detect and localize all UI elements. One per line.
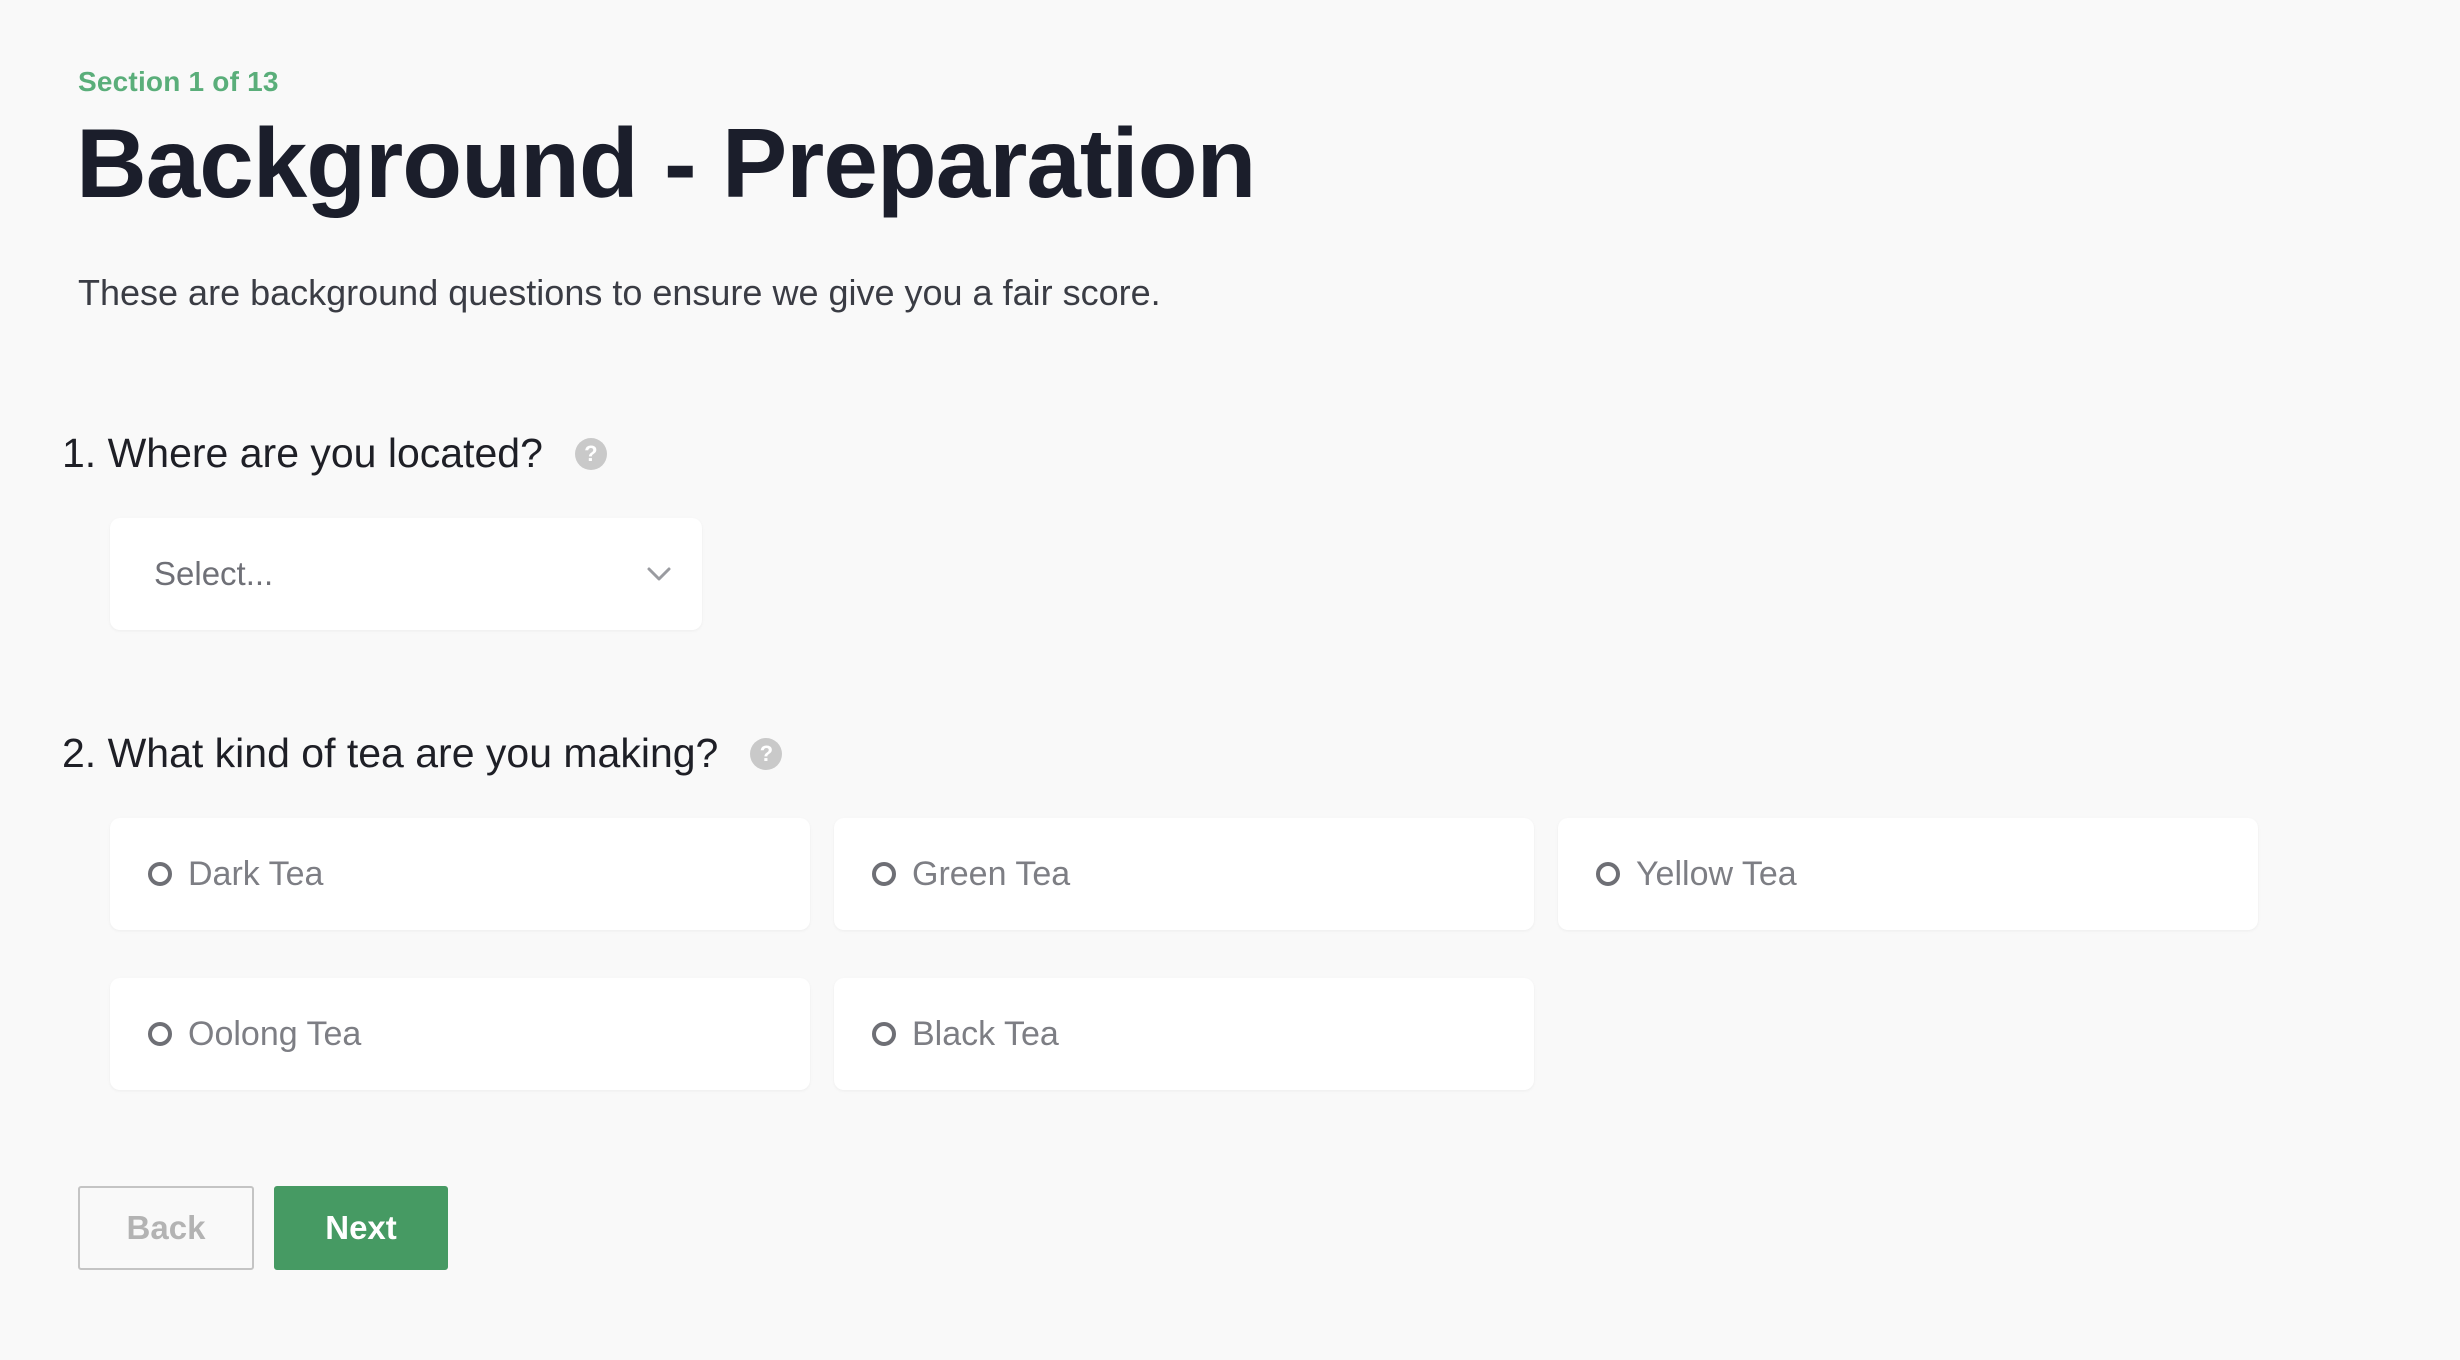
question-tea-type: 2. What kind of tea are you making? ? <box>62 730 783 777</box>
option-green-tea[interactable]: Green Tea <box>834 818 1534 930</box>
question-circle-icon[interactable]: ? <box>750 737 783 770</box>
next-button[interactable]: Next <box>274 1186 448 1270</box>
location-select[interactable]: Select... <box>110 518 702 630</box>
select-placeholder: Select... <box>154 555 274 592</box>
radio-button[interactable] <box>872 1022 896 1046</box>
page-subtitle: These are background questions to ensure… <box>78 272 1161 313</box>
option-label: Green Tea <box>912 854 1071 893</box>
back-button[interactable]: Back <box>78 1186 254 1270</box>
radio-button[interactable] <box>148 862 172 886</box>
option-label: Black Tea <box>912 1014 1059 1053</box>
question-label: 2. What kind of tea are you making? <box>62 730 719 776</box>
chevron-down-icon <box>644 559 674 589</box>
survey-page: Section 1 of 13 Background - Preparation… <box>0 0 2460 1360</box>
option-label: Dark Tea <box>188 854 324 893</box>
option-label: Yellow Tea <box>1636 854 1797 893</box>
radio-button[interactable] <box>148 1022 172 1046</box>
radio-button[interactable] <box>1596 862 1620 886</box>
question-label: 1. Where are you located? <box>62 430 543 476</box>
question-circle-icon[interactable]: ? <box>574 437 607 470</box>
option-black-tea[interactable]: Black Tea <box>834 978 1534 1090</box>
question-location: 1. Where are you located? ? <box>62 430 607 477</box>
radio-button[interactable] <box>872 862 896 886</box>
page-title: Background - Preparation <box>76 108 1256 218</box>
section-indicator: Section 1 of 13 <box>78 66 279 97</box>
option-label: Oolong Tea <box>188 1014 362 1053</box>
option-oolong-tea[interactable]: Oolong Tea <box>110 978 810 1090</box>
option-yellow-tea[interactable]: Yellow Tea <box>1558 818 2258 930</box>
option-dark-tea[interactable]: Dark Tea <box>110 818 810 930</box>
